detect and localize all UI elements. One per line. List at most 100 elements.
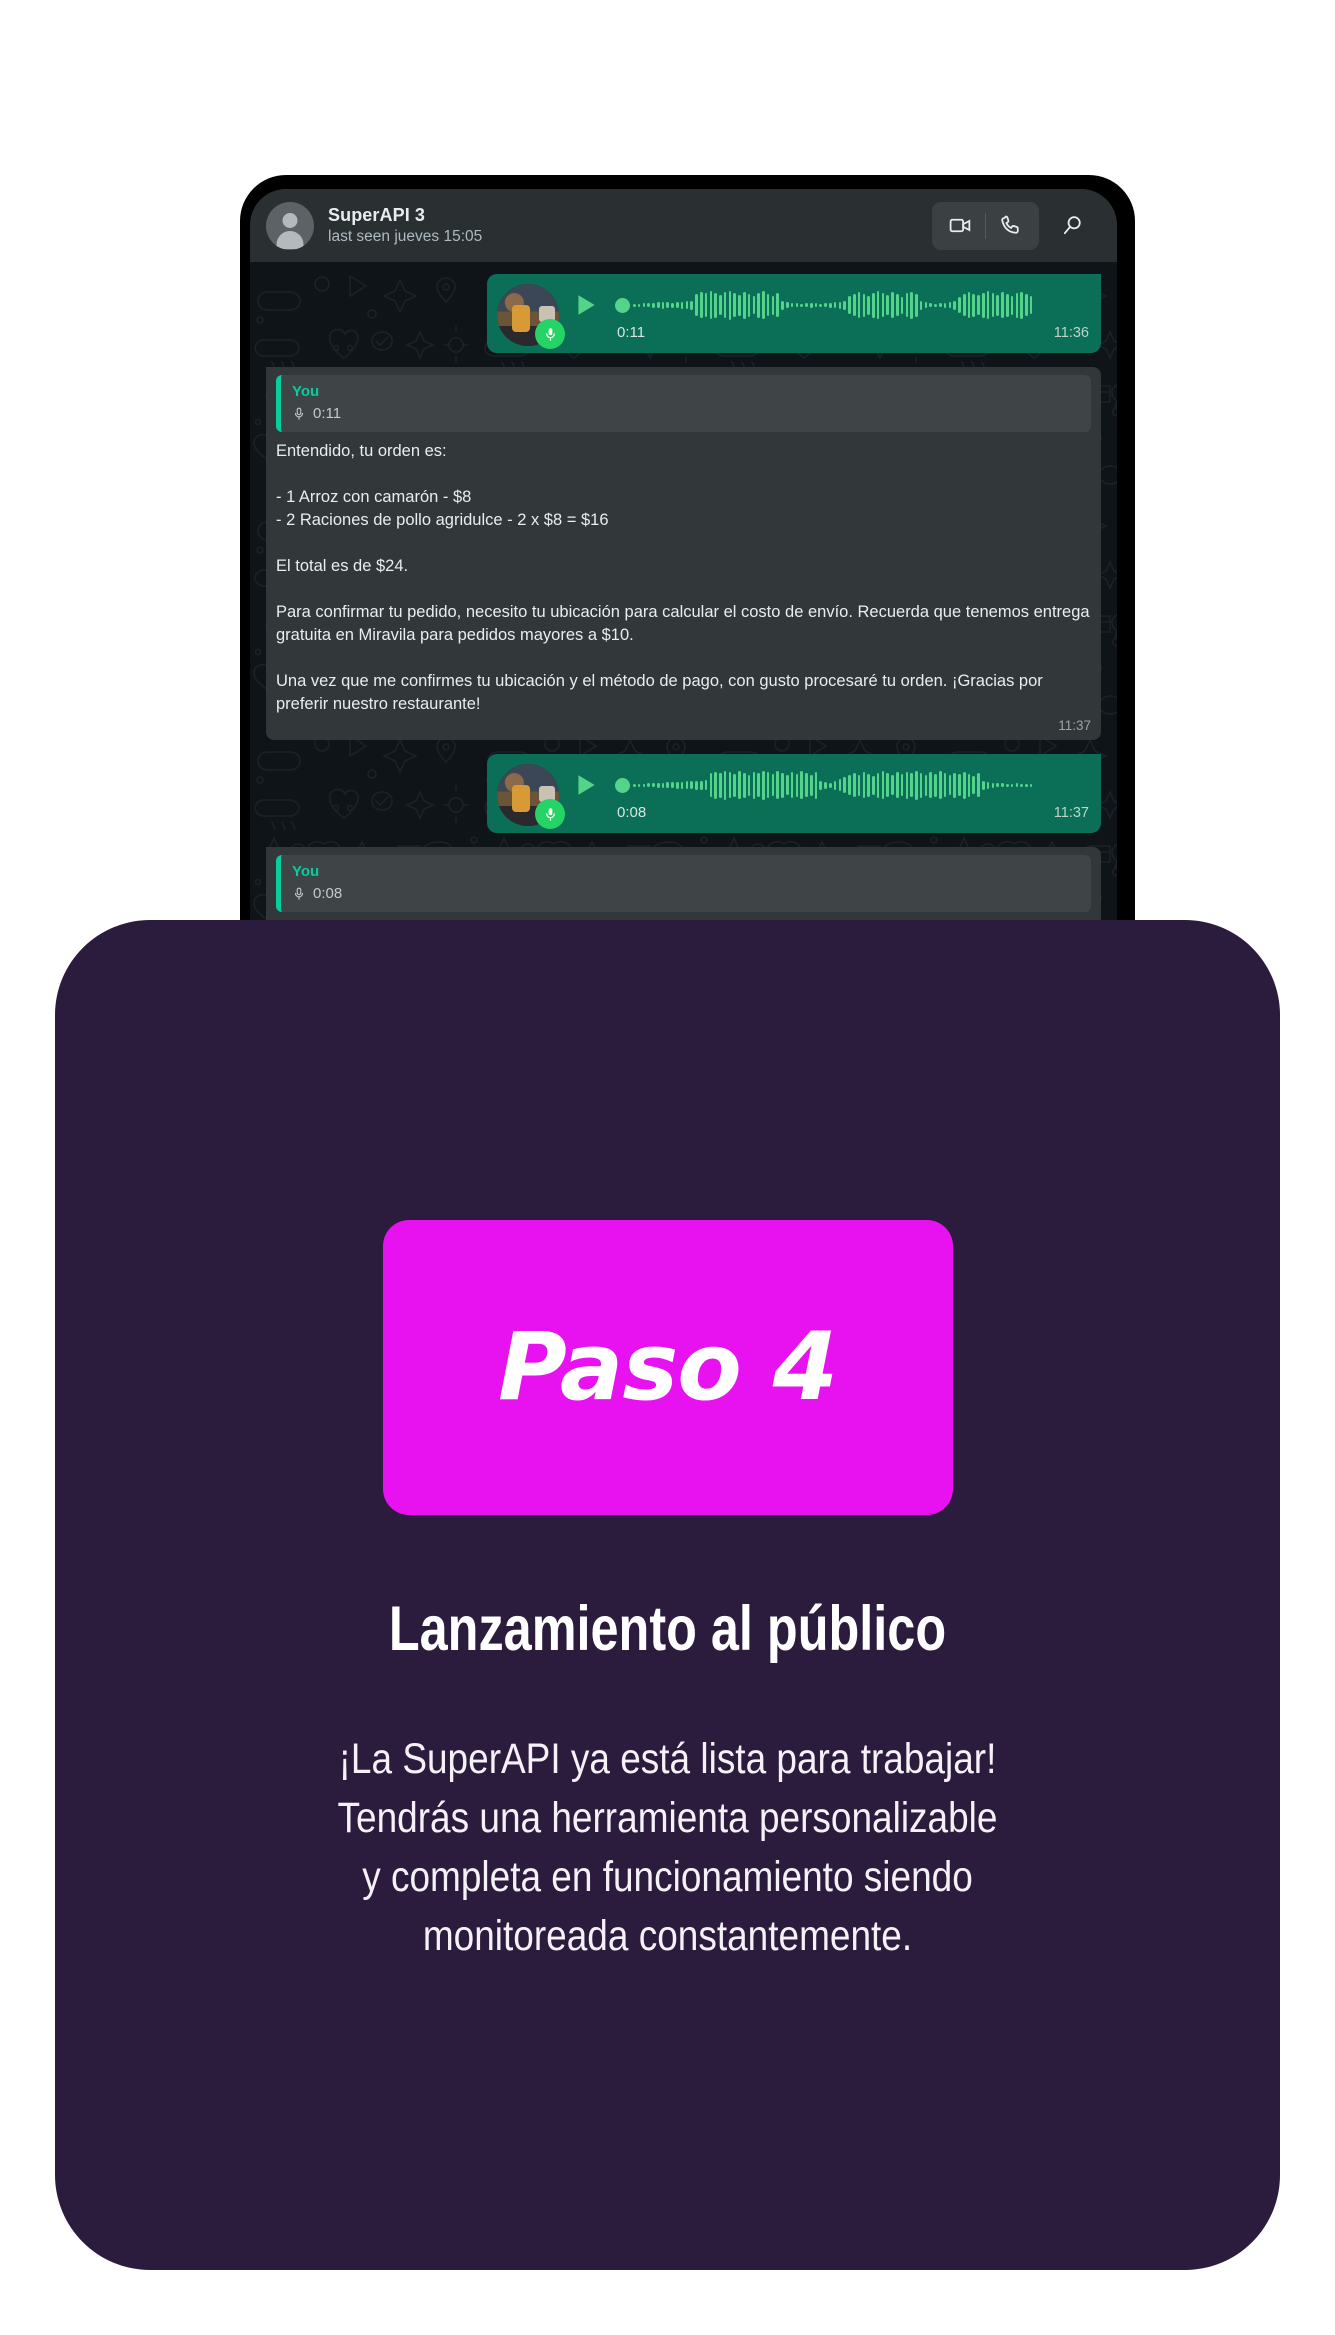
voice-message-bubble[interactable]: 0:11 11:36 xyxy=(487,274,1101,353)
waveform-bar xyxy=(709,773,713,797)
waveform-bar xyxy=(829,302,832,308)
voice-message-controls: 0:08 11:37 xyxy=(559,764,1089,821)
waveform-bar xyxy=(1001,783,1004,787)
waveform-bar xyxy=(824,781,827,789)
waveform-bar xyxy=(719,295,722,315)
microphone-icon xyxy=(535,319,565,349)
card-description: ¡La SuperAPI ya está lista para trabajar… xyxy=(337,1735,998,1960)
waveform-bar xyxy=(972,776,976,794)
voice-message-meta: 0:11 11:36 xyxy=(573,324,1089,341)
waveform-bar xyxy=(929,772,933,798)
voice-message-bubble[interactable]: 0:08 11:37 xyxy=(487,754,1101,833)
waveform-bar xyxy=(895,294,899,316)
waveform-bar xyxy=(704,780,708,790)
play-button[interactable] xyxy=(573,771,599,799)
waveform-bar xyxy=(719,772,722,798)
waveform-bar xyxy=(891,775,894,795)
waveform-bar xyxy=(852,294,856,316)
waveform-bar xyxy=(738,294,741,316)
waveform-bar xyxy=(647,783,650,787)
waveform-bar xyxy=(986,781,990,789)
waveform-bar xyxy=(977,773,980,797)
contact-status: last seen jueves 15:05 xyxy=(328,227,483,245)
waveform-bar xyxy=(685,301,689,309)
waveform-bar xyxy=(809,774,813,796)
card-title: Lanzamiento al público xyxy=(388,1594,947,1664)
waveform-bar xyxy=(637,783,641,787)
waveform-bar xyxy=(814,771,818,799)
audio-waveform[interactable] xyxy=(633,768,1089,802)
playback-seek-handle[interactable] xyxy=(615,777,630,793)
waveform-bar xyxy=(891,292,894,318)
waveform-bar xyxy=(900,296,904,314)
waveform-bar xyxy=(924,774,928,796)
waveform-bar xyxy=(982,292,985,318)
waveform-bar xyxy=(967,292,971,318)
audio-waveform[interactable] xyxy=(633,288,1089,322)
contact-name: SuperAPI 3 xyxy=(328,204,426,225)
microphone-icon xyxy=(294,407,304,420)
waveform-bar xyxy=(733,773,736,797)
waveform-bar xyxy=(757,292,760,318)
waveform-bar xyxy=(829,782,832,788)
waveform-bar xyxy=(800,771,803,799)
waveform-bar xyxy=(642,783,646,787)
waveform-bar xyxy=(1025,783,1028,787)
waveform-bar xyxy=(771,295,775,315)
text-message-bubble[interactable]: You 0:11 Entendido, tu orden es: - 1 Arr… xyxy=(266,367,1101,740)
search-icon xyxy=(1063,216,1081,235)
waveform-bar xyxy=(661,301,665,309)
step-info-card: Paso 4 Lanzamiento al público ¡La SuperA… xyxy=(55,920,1280,2270)
waveform-bar xyxy=(857,774,861,796)
waveform-bar xyxy=(819,780,823,790)
waveform-bar xyxy=(786,302,789,308)
waveform-bar xyxy=(934,773,937,797)
waveform-bar xyxy=(991,782,995,788)
waveform-bar xyxy=(881,771,885,799)
waveform-bar xyxy=(838,779,842,791)
waveform-bar xyxy=(685,781,689,789)
microphone-icon xyxy=(535,799,565,829)
play-button[interactable] xyxy=(573,291,599,319)
play-icon xyxy=(578,295,595,315)
waveform-bar xyxy=(972,293,976,317)
avatar-body-shape xyxy=(276,230,304,249)
waveform-bar xyxy=(876,291,880,319)
video-call-button[interactable] xyxy=(936,202,985,250)
waveform-bar xyxy=(900,774,904,796)
waveform-bar xyxy=(805,773,808,797)
waveform-bar xyxy=(1029,783,1033,787)
voice-call-icon xyxy=(1001,215,1019,234)
waveform-bar xyxy=(699,292,703,318)
waveform-bar xyxy=(819,303,823,307)
waveform-bar xyxy=(661,782,665,788)
waveform-bar xyxy=(637,303,641,307)
search-button[interactable] xyxy=(1045,202,1099,250)
waveform-bar xyxy=(1015,783,1019,787)
waveform-bar xyxy=(919,772,923,798)
quote-duration: 0:08 xyxy=(313,885,343,902)
waveform-bar xyxy=(809,302,813,308)
playback-seek-handle[interactable] xyxy=(615,297,630,313)
waveform-bar xyxy=(633,783,636,787)
waveform-bar xyxy=(833,780,837,790)
waveform-bar xyxy=(742,291,746,319)
waveform-bar xyxy=(781,300,784,310)
waveform-bar xyxy=(642,303,646,307)
waveform-bar xyxy=(929,303,933,307)
waveform-bar xyxy=(795,773,799,797)
quoted-message[interactable]: You 0:11 xyxy=(276,375,1091,432)
waveform-bar xyxy=(1015,292,1019,318)
quoted-message[interactable]: You 0:08 xyxy=(276,855,1091,912)
waveform-bar xyxy=(1005,293,1009,317)
waveform-bar xyxy=(633,303,636,307)
avatar[interactable] xyxy=(266,201,314,250)
waveform-bar xyxy=(1010,783,1014,787)
voice-call-button[interactable] xyxy=(986,202,1035,250)
waveform-bar xyxy=(786,775,789,795)
waveform-bar xyxy=(781,772,784,798)
waveform-bar xyxy=(862,293,866,317)
waveform-bar xyxy=(671,782,674,788)
waveform-bar xyxy=(738,771,741,799)
message-body: Entendido, tu orden es: - 1 Arroz con ca… xyxy=(276,442,1090,713)
